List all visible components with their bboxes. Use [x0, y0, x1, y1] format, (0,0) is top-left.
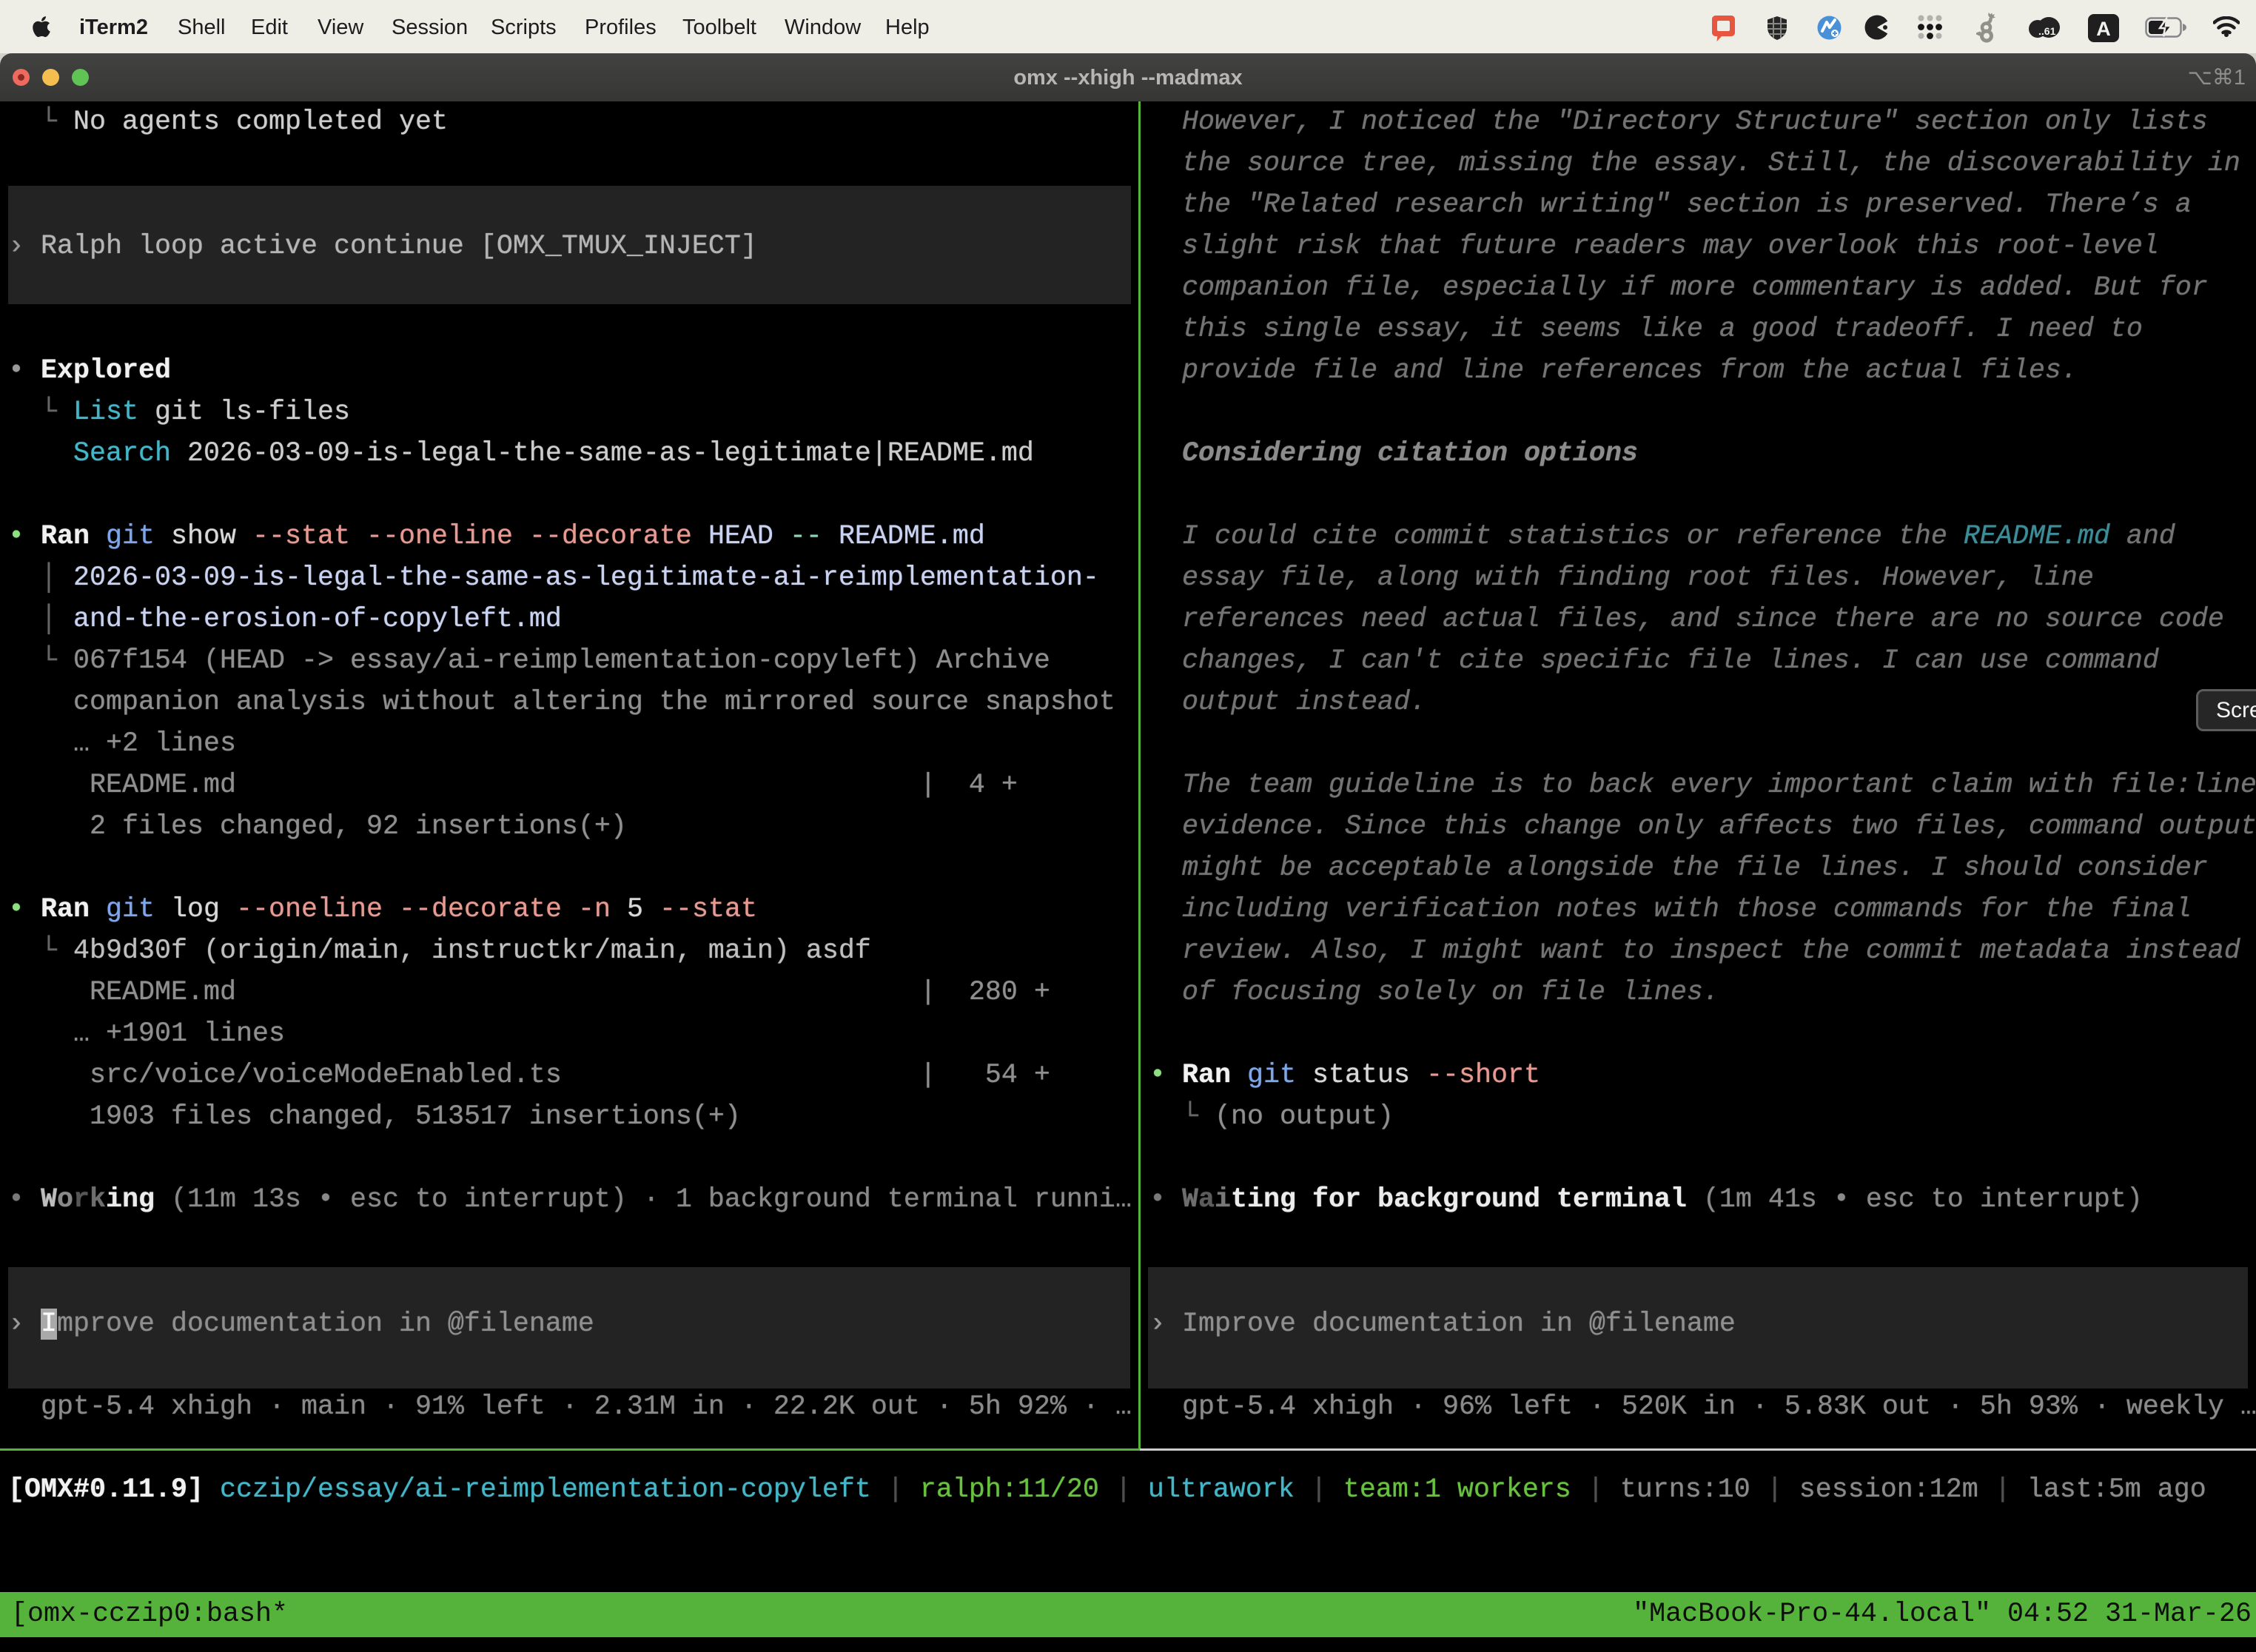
svg-text:..61: ..61 — [2038, 25, 2056, 37]
svg-text:A: A — [2096, 18, 2111, 40]
